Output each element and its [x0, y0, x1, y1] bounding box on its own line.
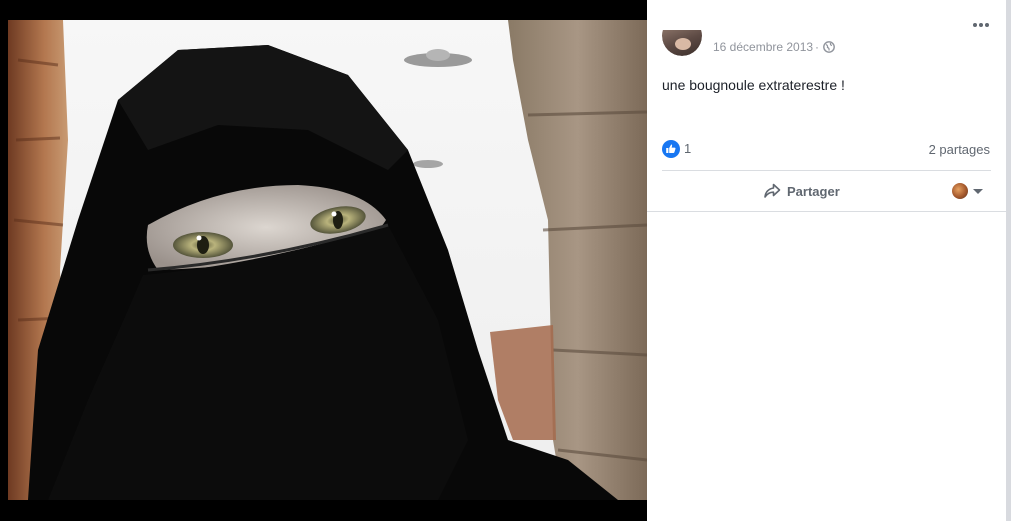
post-photo[interactable] — [8, 20, 647, 500]
like-icon[interactable] — [662, 140, 680, 158]
author-avatar[interactable] — [662, 30, 702, 56]
share-button[interactable]: Partager — [757, 178, 846, 204]
like-count[interactable]: 1 — [684, 141, 691, 156]
share-arrow-icon — [764, 183, 781, 198]
globe-icon[interactable] — [823, 41, 835, 53]
photo-image — [8, 20, 647, 500]
more-options-icon — [973, 23, 977, 27]
more-options-button[interactable] — [970, 14, 992, 36]
shares-count[interactable]: 2 partages — [929, 142, 990, 157]
audience-selector[interactable] — [952, 182, 983, 200]
divider — [647, 211, 1006, 212]
more-options-dot — [979, 23, 983, 27]
audience-avatar — [952, 183, 968, 199]
date-separator: · — [815, 40, 819, 54]
post-sidebar: 16 décembre 2013 · une bougnoule extrate… — [647, 0, 1006, 521]
post-date[interactable]: 16 décembre 2013 — [713, 40, 813, 54]
share-label: Partager — [787, 183, 840, 199]
more-options-dot — [985, 23, 989, 27]
caret-down-icon — [973, 188, 983, 194]
window-edge — [1006, 0, 1011, 521]
post-text: une bougnoule extraterestre ! — [662, 77, 845, 93]
divider — [662, 170, 991, 171]
photo-viewer — [0, 0, 647, 521]
